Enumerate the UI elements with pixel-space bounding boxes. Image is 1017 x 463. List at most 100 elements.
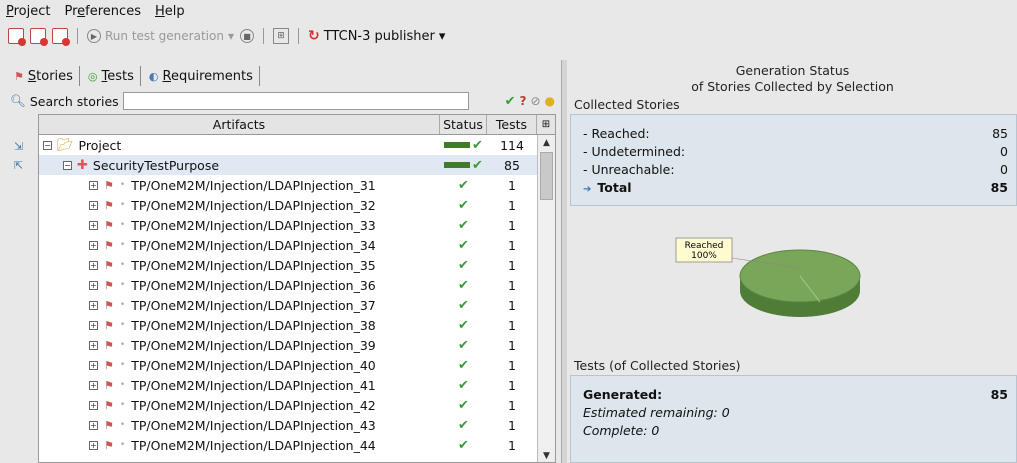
dot-icon: • [119,320,126,330]
scroll-thumb[interactable] [540,152,553,200]
tree-row-story[interactable]: + ⚑ • TP/OneM2M/Injection/LDAPInjection_34 ✔… [39,235,539,255]
expand-icon[interactable]: + [89,280,98,290]
export-icon[interactable]: ⊞ [272,28,289,44]
story-icon: ⚑ [104,238,114,252]
status-cell: ✔ [440,338,487,353]
expand-icon[interactable]: + [89,180,98,190]
story-icon: ⚑ [14,69,24,83]
expand-icon[interactable]: + [89,440,98,450]
refresh-project-icon[interactable] [52,28,70,46]
menu-project[interactable]: Project [6,4,51,19]
tree-label: TP/OneM2M/Injection/LDAPInjection_37 [131,297,376,313]
collected-stories-label: Collected Stories [574,97,680,112]
tree-row-story[interactable]: + ⚑ • TP/OneM2M/Injection/LDAPInjection_40 ✔… [39,355,539,375]
dot-icon: • [119,440,126,450]
check-icon: ✔ [458,197,469,213]
expand-icon[interactable]: + [89,240,98,250]
expand-icon[interactable]: + [89,380,98,390]
status-cell: ✔ [440,278,487,293]
tests-count: 1 [508,417,516,433]
expand-icon[interactable]: + [89,260,98,270]
collapse-all-icon[interactable]: ⇱ [14,159,32,172]
status-cell: ✔ [440,198,487,213]
scroll-down-icon[interactable]: ▼ [538,448,555,462]
filter-star-icon[interactable]: ● [545,94,555,109]
tree-row-story[interactable]: + ⚑ • TP/OneM2M/Injection/LDAPInjection_42 ✔… [39,395,539,415]
tree-row-story[interactable]: + ⚑ • TP/OneM2M/Injection/LDAPInjection_41 ✔… [39,375,539,395]
vertical-scrollbar[interactable]: ▲ ▼ [537,135,555,462]
collapse-icon[interactable]: − [43,140,52,150]
run-test-generation-button[interactable]: ▶ Run test generation ▾ [87,29,234,43]
split-divider[interactable] [561,60,567,463]
tests-count: 1 [508,297,516,313]
tree-row-story[interactable]: + ⚑ • TP/OneM2M/Injection/LDAPInjection_33 ✔… [39,215,539,235]
expand-icon[interactable]: + [89,320,98,330]
check-icon: ✔ [458,417,469,433]
status-cell: ✔ [440,438,487,453]
dot-icon: • [119,240,126,250]
generation-status-title: Generation Status of Stories Collected b… [691,63,894,94]
check-icon: ✔ [458,217,469,233]
tree-row-story[interactable]: + ⚑ • TP/OneM2M/Injection/LDAPInjection_38 ✔… [39,315,539,335]
story-icon: ⚑ [104,218,114,232]
tab-stories[interactable]: ⚑ Stories [8,66,80,86]
column-header-artifacts[interactable]: Artifacts [39,115,440,134]
expand-icon[interactable]: + [89,200,98,210]
expand-all-icon[interactable]: ⇲ [14,140,32,153]
folder-icon: 📂︎ [57,137,74,153]
expand-icon[interactable]: + [89,220,98,230]
table-header: Artifacts Status Tests ⊞ [39,115,555,135]
column-chooser-icon[interactable]: ⊞ [537,115,555,134]
tree-row-test-purpose[interactable]: − ✚ SecurityTestPurpose ✔ 85 [39,155,539,175]
tree-row-story[interactable]: + ⚑ • TP/OneM2M/Injection/LDAPInjection_44 ✔… [39,435,539,455]
tree-label: TP/OneM2M/Injection/LDAPInjection_42 [131,397,376,413]
expand-icon[interactable]: + [89,400,98,410]
play-icon: ▶ [87,29,101,43]
publisher-dropdown[interactable]: ↻ TTCN-3 publisher ▾ [308,28,445,44]
search-input[interactable] [122,92,469,110]
tree-row-story[interactable]: + ⚑ • TP/OneM2M/Injection/LDAPInjection_32 ✔… [39,195,539,215]
close-project-icon[interactable] [30,28,48,46]
stat-undetermined: - Undetermined: 0 [583,144,1008,159]
scroll-up-icon[interactable]: ▲ [538,135,555,151]
column-header-status[interactable]: Status [440,115,487,134]
generated-line: Generated: 85 [583,387,1008,402]
tests-box: Generated: 85 Estimated remaining: 0 Comp… [570,375,1017,463]
stop-icon[interactable]: ■ [239,29,254,43]
tree-row-story[interactable]: + ⚑ • TP/OneM2M/Injection/LDAPInjection_37 ✔… [39,295,539,315]
dot-icon: • [119,400,126,410]
tree-row-project[interactable]: − 📂︎ Project ✔ 114 [39,135,539,155]
status-cell: ✔ [440,138,487,153]
status-cell: ✔ [440,398,487,413]
expand-icon[interactable]: + [89,340,98,350]
expand-icon[interactable]: + [89,300,98,310]
expand-icon[interactable]: + [89,360,98,370]
tree-row-story[interactable]: + ⚑ • TP/OneM2M/Injection/LDAPInjection_36 ✔… [39,275,539,295]
menu-preferences[interactable]: Preferences [65,4,141,19]
tab-tests[interactable]: ◎ Tests [82,66,141,86]
expand-icon[interactable]: + [89,420,98,430]
tree-row-story[interactable]: + ⚑ • TP/OneM2M/Injection/LDAPInjection_43 ✔… [39,415,539,435]
tree-row-story[interactable]: + ⚑ • TP/OneM2M/Injection/LDAPInjection_35 ✔… [39,255,539,275]
search-icon: 🔍︎ [10,93,26,108]
dot-icon: • [119,420,126,430]
stories-panel: ⚑ Stories ◎ Tests ◐ Requirements 🔍︎ Sear… [0,52,561,463]
dropdown-arrow-icon: ▾ [438,28,446,44]
filter-question-icon[interactable]: ? [519,94,526,109]
menu-help[interactable]: Help [155,4,185,19]
status-cell: ✔ [440,298,487,313]
toolbar-separator [262,28,264,44]
dot-icon: • [119,200,126,210]
new-project-icon[interactable] [8,28,26,46]
filter-block-icon[interactable]: ⊘ [530,94,540,109]
collapse-icon[interactable]: − [63,160,72,170]
tree-row-story[interactable]: + ⚑ • TP/OneM2M/Injection/LDAPInjection_39 ✔… [39,335,539,355]
check-icon: ✔ [458,437,469,453]
check-icon: ✔ [458,377,469,393]
tree-row-story[interactable]: + ⚑ • TP/OneM2M/Injection/LDAPInjection_31 ✔… [39,175,539,195]
tree-label: TP/OneM2M/Injection/LDAPInjection_39 [131,337,376,353]
tab-requirements[interactable]: ◐ Requirements [143,66,260,86]
column-header-tests[interactable]: Tests [487,115,537,134]
story-icon: ⚑ [104,398,114,412]
filter-check-icon[interactable]: ✔ [505,94,516,109]
